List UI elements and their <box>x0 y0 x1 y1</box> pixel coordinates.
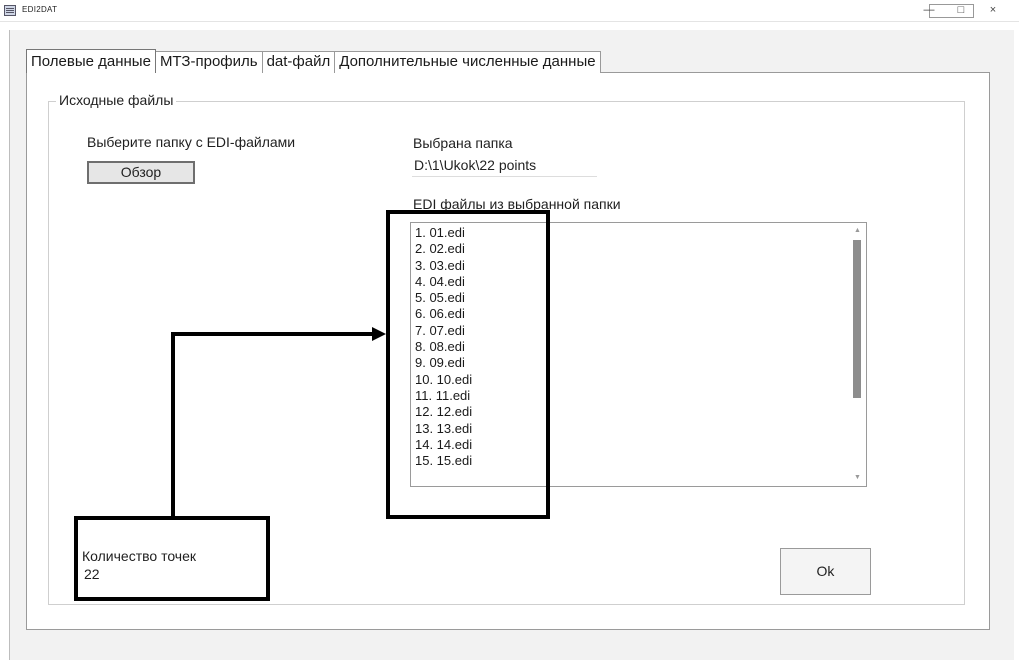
annotation-arrow-head <box>372 327 386 341</box>
annotation-arrow-line <box>171 332 376 516</box>
app-window: EDI2DAT — □ × Полевые данные МТЗ-профиль… <box>0 0 1019 660</box>
annotation-arrow <box>171 327 386 516</box>
tab-field-data[interactable]: Полевые данные <box>26 49 156 73</box>
